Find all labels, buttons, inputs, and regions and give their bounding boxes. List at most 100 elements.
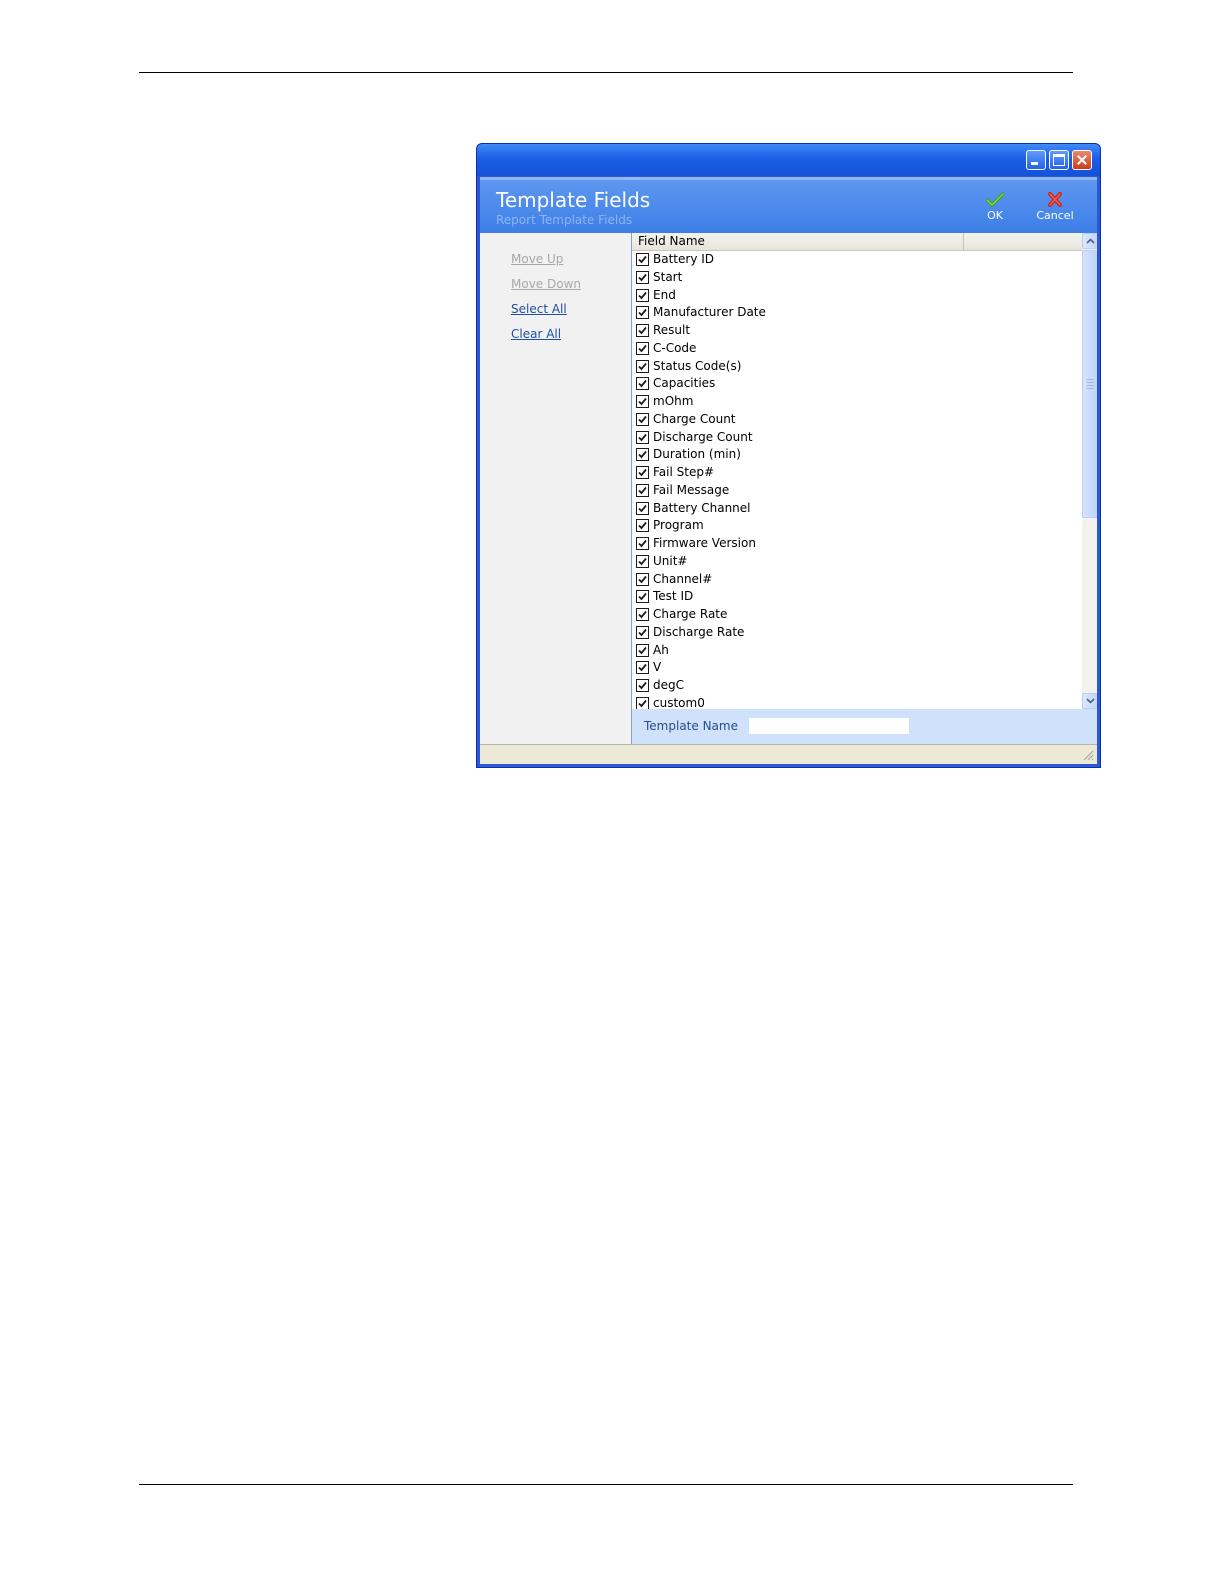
field-checkbox[interactable] xyxy=(636,395,649,408)
template-name-bar: Template Name xyxy=(632,709,1097,744)
grip-line xyxy=(1087,388,1094,389)
checkmark-icon xyxy=(638,433,647,441)
field-checkbox[interactable] xyxy=(636,253,649,266)
field-checkbox[interactable] xyxy=(636,341,649,355)
field-label: Discharge Count xyxy=(653,429,753,444)
grip-line xyxy=(1087,379,1094,380)
column-header-field-name[interactable]: Field Name xyxy=(632,233,964,250)
field-label: C-Code xyxy=(653,340,697,355)
checkmark-icon xyxy=(638,593,647,601)
list-header: Field Name xyxy=(632,233,1082,251)
field-label: Manufacturer Date xyxy=(653,305,766,320)
field-label: Capacities xyxy=(653,376,716,391)
actions-panel: Move Up Move Down Select All Clear All xyxy=(480,233,631,744)
field-checkbox[interactable] xyxy=(636,696,649,709)
checkmark-icon xyxy=(638,326,647,335)
close-icon[interactable] xyxy=(1072,150,1092,170)
checkmark-icon xyxy=(638,468,647,477)
page-top-rule xyxy=(139,72,1073,73)
field-checkbox[interactable] xyxy=(636,501,649,515)
field-checkbox[interactable] xyxy=(636,270,649,284)
field-checkbox[interactable] xyxy=(636,679,649,692)
cancel-button[interactable]: Cancel xyxy=(1032,192,1078,222)
field-checkbox[interactable] xyxy=(636,359,649,373)
title-bar[interactable] xyxy=(477,144,1100,176)
field-checkbox[interactable] xyxy=(636,643,649,657)
checkmark-icon xyxy=(638,273,647,282)
ok-button[interactable]: OK xyxy=(980,192,1010,222)
field-checkbox[interactable] xyxy=(636,306,649,320)
field-checkbox[interactable] xyxy=(636,430,649,444)
checkmark-icon xyxy=(638,504,647,512)
grip-line xyxy=(1087,385,1094,386)
clear-all-link[interactable]: Clear All xyxy=(511,327,561,341)
header-subtitle: Report Template Fields xyxy=(496,213,633,227)
field-checkbox[interactable] xyxy=(636,554,649,568)
field-checkbox[interactable] xyxy=(636,288,649,302)
field-label: degC xyxy=(653,678,684,692)
ok-label: OK xyxy=(987,209,1003,222)
x-icon xyxy=(1048,192,1062,207)
field-label: Battery Channel xyxy=(653,500,751,515)
field-checkbox[interactable] xyxy=(636,466,649,479)
field-checkbox[interactable] xyxy=(636,324,649,337)
field-label: Duration (min) xyxy=(653,447,741,462)
checkmark-icon xyxy=(638,415,647,424)
field-checkbox[interactable] xyxy=(636,661,649,675)
scroll-thumb[interactable] xyxy=(1082,250,1097,518)
resize-grip-icon[interactable] xyxy=(1082,749,1094,761)
checkmark-icon xyxy=(638,451,647,459)
checkmark-icon xyxy=(638,255,647,264)
field-checkbox[interactable] xyxy=(636,377,649,391)
template-name-label: Template Name xyxy=(644,719,738,733)
select-all-link[interactable]: Select All xyxy=(511,302,567,316)
cancel-label: Cancel xyxy=(1036,209,1074,222)
checkmark-icon xyxy=(638,291,647,299)
field-label: Program xyxy=(653,518,704,533)
column-header-blank[interactable] xyxy=(965,233,1082,250)
template-name-input[interactable] xyxy=(749,718,909,734)
checkmark-icon xyxy=(638,486,647,495)
field-label: Charge Rate xyxy=(653,607,728,621)
checkmark-icon xyxy=(638,362,647,370)
checkmark-icon xyxy=(638,681,647,690)
scroll-up-icon[interactable] xyxy=(1082,233,1097,249)
checkmark-icon xyxy=(638,610,647,619)
minimize-icon[interactable] xyxy=(1026,150,1046,170)
move-up-link[interactable]: Move Up xyxy=(511,252,563,266)
vertical-scrollbar[interactable] xyxy=(1082,233,1097,709)
field-label: Charge Count xyxy=(653,411,736,426)
field-label: Unit# xyxy=(653,553,688,568)
field-label: V xyxy=(653,660,662,675)
field-label: Firmware Version xyxy=(653,536,756,550)
page-bottom-rule xyxy=(139,1484,1073,1485)
grip-line xyxy=(1087,382,1094,383)
field-label: Start xyxy=(653,269,683,284)
checkmark-icon xyxy=(638,522,647,530)
field-label: Test ID xyxy=(653,589,694,604)
checkmark-icon xyxy=(638,344,647,353)
checkmark-icon xyxy=(638,699,647,708)
field-label: End xyxy=(653,287,676,302)
field-checkbox[interactable] xyxy=(636,519,649,533)
field-checkbox[interactable] xyxy=(636,608,649,621)
field-checkbox[interactable] xyxy=(636,625,649,639)
checkmark-icon xyxy=(638,628,647,637)
checkmark-icon xyxy=(638,539,647,548)
field-checkbox[interactable] xyxy=(636,572,649,586)
field-label: mOhm xyxy=(653,394,694,408)
field-checkbox[interactable] xyxy=(636,483,649,497)
scroll-down-icon[interactable] xyxy=(1082,693,1097,709)
checkmark-icon xyxy=(638,575,647,583)
move-down-link[interactable]: Move Down xyxy=(511,277,581,291)
field-checkbox[interactable] xyxy=(636,412,649,426)
checkmark-icon xyxy=(638,557,647,566)
field-checkbox[interactable] xyxy=(636,537,649,550)
field-checkbox[interactable] xyxy=(636,590,649,604)
field-label: Battery ID xyxy=(653,252,715,266)
field-checkbox[interactable] xyxy=(636,448,649,462)
check-icon xyxy=(986,192,1004,207)
checkmark-icon xyxy=(638,664,647,672)
field-label: Ah xyxy=(653,642,669,657)
maximize-icon[interactable] xyxy=(1049,150,1069,170)
